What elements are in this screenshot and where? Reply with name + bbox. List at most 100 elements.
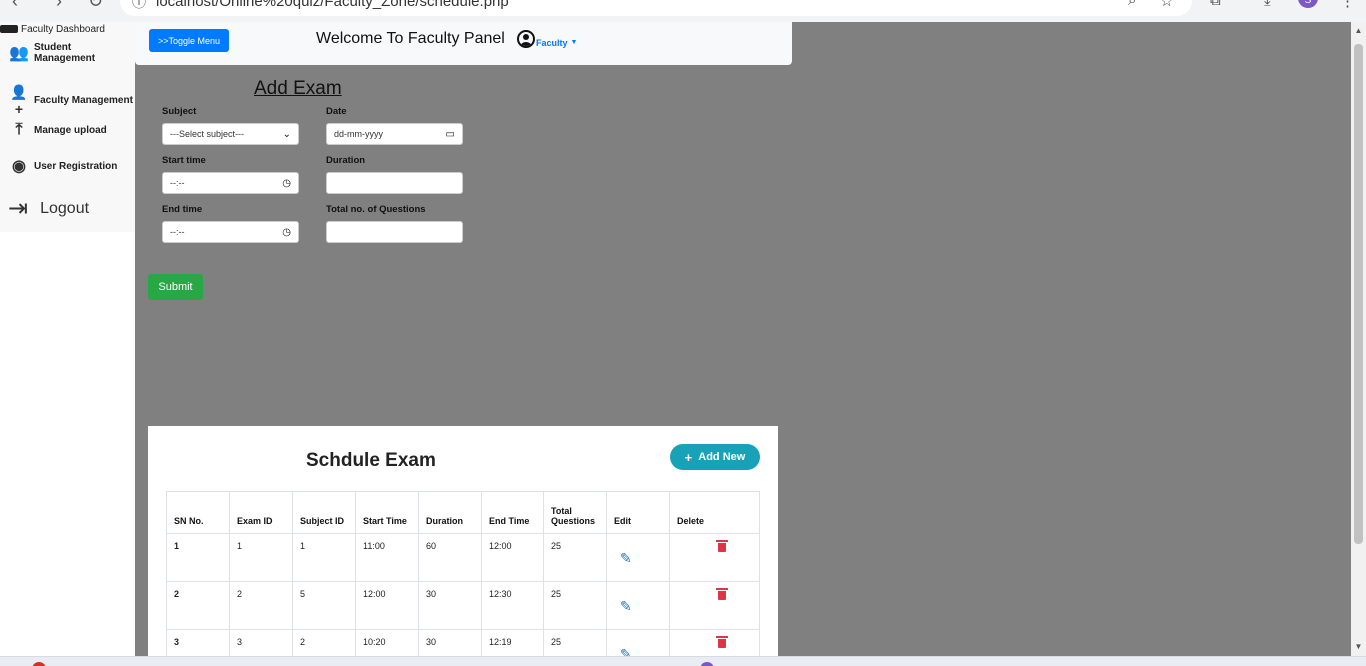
subject-id-cell: 1 — [292, 533, 356, 582]
clock-icon[interactable]: ◷ — [282, 178, 291, 189]
subject-label: Subject — [162, 106, 197, 117]
end-time-input[interactable]: --:-- ◷ — [162, 221, 299, 243]
column-header: Delete — [669, 491, 760, 534]
subject-select-value: ---Select subject--- — [170, 129, 245, 139]
delete-cell — [669, 629, 760, 656]
sign-out-icon: ⇥ — [8, 195, 29, 222]
more-menu-icon[interactable]: ⋮ — [1340, 0, 1355, 10]
column-header: Subject ID — [292, 491, 356, 534]
scroll-up-arrow-icon[interactable]: ▲ — [1351, 22, 1366, 40]
form-title: Add Exam — [254, 78, 342, 99]
edit-cell: ✎ — [606, 533, 670, 582]
back-icon[interactable]: ‹ — [12, 0, 18, 12]
address-text[interactable]: localhost/Online%20quiz/Faculty_Zone/sch… — [156, 0, 509, 10]
sidebar-brand[interactable]: Faculty Dashboard — [0, 22, 105, 36]
vertical-scrollbar[interactable]: ▲ ▼ — [1351, 22, 1366, 656]
table-header-row: SN No. Exam ID Subject ID Start Time Dur… — [166, 491, 760, 534]
total-questions-cell: 25 — [543, 533, 607, 582]
taskbar-app-icon[interactable] — [32, 662, 46, 666]
trash-icon[interactable] — [716, 636, 728, 648]
user-dropdown[interactable]: Faculty ▼ — [517, 30, 577, 48]
sidebar-brand-label: Faculty Dashboard — [21, 23, 105, 35]
start-time-cell: 12:00 — [355, 581, 419, 630]
exam-id-cell: 1 — [229, 533, 293, 582]
calendar-icon[interactable]: ▭ — [446, 129, 455, 140]
duration-cell: 60 — [418, 533, 482, 582]
column-header: End Time — [481, 491, 544, 534]
schedule-card: Schdule Exam + Add New SN No. Exam ID Su… — [148, 426, 778, 656]
pencil-icon[interactable]: ✎ — [620, 550, 662, 567]
start-time-input[interactable]: --:-- ◷ — [162, 172, 299, 194]
trash-icon[interactable] — [716, 540, 728, 552]
total-questions-label: Total no. of Questions — [326, 204, 426, 215]
bookmark-star-icon[interactable]: ☆ — [1160, 0, 1173, 10]
total-questions-input[interactable] — [326, 221, 463, 243]
date-input[interactable]: dd-mm-yyyy ▭ — [326, 123, 463, 145]
schedule-table: SN No. Exam ID Subject ID Start Time Dur… — [166, 491, 760, 656]
submit-button[interactable]: Submit — [148, 274, 203, 300]
subject-id-cell: 5 — [292, 581, 356, 630]
start-time-label: Start time — [162, 155, 206, 166]
add-new-button[interactable]: + Add New — [670, 444, 760, 470]
column-header: SN No. — [166, 491, 230, 534]
sidebar-item-label: User Registration — [34, 160, 118, 172]
search-icon[interactable]: ⌕ — [1128, 0, 1136, 9]
end-time-label: End time — [162, 204, 203, 215]
scroll-down-arrow-icon[interactable]: ▼ — [1351, 638, 1366, 656]
end-time-cell: 12:30 — [481, 581, 544, 630]
site-info-icon[interactable]: ⓘ — [132, 0, 146, 12]
sidebar-item-manage-upload[interactable]: ⤒ Manage upload — [0, 121, 135, 139]
user-circle-icon: ◉ — [12, 158, 26, 175]
sn-cell: 2 — [166, 581, 230, 630]
duration-label: Duration — [326, 155, 366, 166]
sidebar-item-faculty-management[interactable]: 👤+ Faculty Management — [0, 84, 135, 117]
total-questions-cell: 25 — [543, 629, 607, 656]
user-dropdown-label: Faculty — [536, 38, 568, 48]
sidebar: Faculty Dashboard 👥 Student Management 👤… — [0, 22, 135, 232]
pencil-icon[interactable]: ✎ — [620, 646, 662, 656]
page-title: Welcome To Faculty Panel — [316, 30, 505, 47]
column-header: Total Questions — [543, 491, 607, 534]
extensions-icon[interactable]: ⧉ — [1210, 0, 1221, 9]
clock-icon[interactable]: ◷ — [282, 227, 291, 238]
user-avatar-icon — [517, 30, 535, 48]
pencil-icon[interactable]: ✎ — [620, 598, 662, 615]
start-time-cell: 11:00 — [355, 533, 419, 582]
sidebar-item-student-management[interactable]: 👥 Student Management — [0, 42, 135, 64]
edit-cell: ✎ — [606, 629, 670, 656]
top-header: >>Toggle Menu Welcome To Faculty Panel F… — [135, 22, 792, 65]
subject-id-cell: 2 — [292, 629, 356, 656]
delete-cell — [669, 581, 760, 630]
reload-icon[interactable]: ↻ — [88, 0, 103, 12]
download-icon[interactable]: ⤓ — [1264, 0, 1271, 9]
date-label: Date — [326, 106, 347, 117]
sn-cell: 1 — [166, 533, 230, 582]
start-time-cell: 10:20 — [355, 629, 419, 656]
table-row: 2 2 5 12:00 30 12:30 25 ✎ — [166, 581, 760, 630]
taskbar-app-icon[interactable] — [700, 662, 714, 666]
trash-icon[interactable] — [716, 588, 728, 600]
sidebar-item-user-registration[interactable]: ◉ User Registration — [0, 156, 135, 176]
duration-cell: 30 — [418, 629, 482, 656]
forward-icon[interactable]: › — [56, 0, 62, 12]
chevron-down-icon: ⌄ — [282, 128, 291, 140]
date-placeholder: dd-mm-yyyy — [334, 129, 383, 139]
column-header: Exam ID — [229, 491, 293, 534]
sidebar-item-label: Manage upload — [34, 124, 107, 136]
schedule-title: Schdule Exam — [306, 450, 436, 471]
users-icon: 👥 — [9, 45, 29, 62]
duration-input[interactable] — [326, 172, 463, 194]
profile-avatar[interactable]: S — [1298, 0, 1318, 8]
scrollbar-thumb[interactable] — [1354, 44, 1363, 544]
plus-icon: + — [684, 449, 693, 465]
user-plus-icon: 👤+ — [10, 84, 28, 117]
dashboard-logo-icon — [0, 25, 18, 33]
edit-cell: ✎ — [606, 581, 670, 630]
toggle-menu-button[interactable]: >>Toggle Menu — [149, 29, 229, 52]
taskbar — [0, 656, 1366, 666]
subject-select[interactable]: ---Select subject--- ⌄ — [162, 123, 299, 145]
logout-link[interactable]: ⇥ Logout — [8, 194, 89, 223]
column-header: Duration — [418, 491, 482, 534]
end-time-value: --:-- — [170, 227, 185, 237]
delete-cell — [669, 533, 760, 582]
